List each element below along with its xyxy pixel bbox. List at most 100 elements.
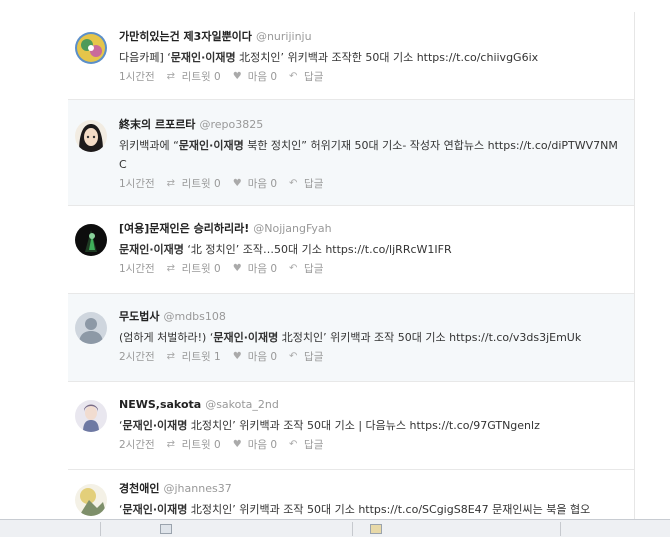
tweet-text: 문재인·이재명 ‘北 정치인’ 조작…50대 기소 https://t.co/l… (119, 240, 624, 259)
timestamp[interactable]: 2시간전 (119, 349, 155, 364)
tweet-item[interactable]: [여용]문재인은 승리하리라! @NojjangFyah 문재인·이재명 ‘北 정… (68, 206, 634, 294)
reply-icon: ↶ (289, 262, 298, 274)
like-label: 마음 (247, 263, 268, 275)
author-handle[interactable]: @mdbs108 (163, 310, 225, 323)
tweet-text-highlight: 문재인·이재명 (122, 503, 188, 516)
taskbar-divider (100, 522, 101, 536)
reply-icon: ↶ (289, 70, 298, 82)
retweet-label: 리트윗 (181, 439, 211, 451)
taskbar-divider (352, 522, 353, 536)
author-handle[interactable]: @repo3825 (199, 118, 263, 131)
tweet-text-post: 北정치인’ 위키백과 조작 50대 기소 https://t.co/v3ds3j… (278, 331, 582, 344)
reply-label: 답글 (304, 263, 324, 275)
tweet-text-post: 北정치인’ 위키백과 조작 50대 기소 | 다음뉴스 https://t.co… (187, 419, 540, 432)
author-name[interactable]: [여용]문재인은 승리하리라! (119, 222, 249, 235)
reply-button[interactable]: ↶ 답글 (289, 437, 323, 452)
tweet-text: 다음카페] ‘문재인·이재명 北정치인’ 위키백과 조작한 50대 기소 htt… (119, 48, 624, 67)
tweet-text-highlight: 문재인·이재명 (213, 331, 279, 344)
author-handle[interactable]: @jhannes37 (163, 482, 231, 495)
reply-icon: ↶ (289, 350, 298, 362)
tweet-item[interactable]: 가만히있는건 제3자일뿐이다 @nurijinju 다음카페] ‘문재인·이재명 … (68, 12, 634, 100)
tweet-text: 위키백과에 “문재인·이재명 북한 정치인” 허위기재 50대 기소- 작성자 … (119, 136, 624, 174)
reply-button[interactable]: ↶ 답글 (289, 349, 323, 364)
author-name[interactable]: 終末의 르포르타 (119, 118, 195, 131)
like-label: 마음 (247, 439, 268, 451)
timestamp[interactable]: 2시간전 (119, 437, 155, 452)
folder-icon[interactable] (370, 524, 382, 534)
avatar[interactable] (75, 120, 107, 152)
tweet-text-highlight: 문재인·이재명 (119, 243, 184, 256)
like-button[interactable]: ♥ 마음 0 (233, 261, 277, 276)
tweet-text-highlight: 문재인·이재명 (122, 419, 188, 432)
author-handle[interactable]: @NojjangFyah (253, 222, 331, 235)
reply-label: 답글 (304, 439, 324, 451)
like-button[interactable]: ♥ 마음 0 (233, 349, 277, 364)
retweet-count: 0 (214, 262, 221, 275)
tweet-item[interactable]: 무도법사 @mdbs108 (엄하게 처벌하라!) ‘문재인·이재명 北정치인’ … (68, 294, 634, 382)
heart-icon: ♥ (232, 70, 242, 82)
tweet-text-post: ‘北 정치인’ 조작…50대 기소 https://t.co/ljRRcW1IF… (183, 243, 452, 256)
tweet-actions: 1시간전 ⇄ 리트윗 0 ♥ 마음 0 ↶ 답글 (119, 176, 624, 191)
retweet-count: 0 (214, 70, 221, 83)
tweet-text-pre: 위키백과에 “ (119, 139, 179, 152)
retweet-button[interactable]: ⇄ 리트윗 0 (167, 176, 221, 191)
retweet-button[interactable]: ⇄ 리트윗 1 (167, 349, 221, 364)
author-name[interactable]: 가만히있는건 제3자일뿐이다 (119, 30, 252, 43)
author-name[interactable]: 경천애인 (119, 482, 159, 495)
author-name[interactable]: NEWS,sakota (119, 398, 201, 411)
reply-label: 답글 (304, 351, 324, 363)
like-button[interactable]: ♥ 마음 0 (233, 437, 277, 452)
reply-button[interactable]: ↶ 답글 (289, 176, 323, 191)
like-count: 0 (270, 177, 278, 190)
like-button[interactable]: ♥ 마음 0 (233, 69, 277, 84)
tweet-actions: 1시간전 ⇄ 리트윗 0 ♥ 마음 0 ↶ 답글 (119, 69, 624, 84)
retweet-button[interactable]: ⇄ 리트윗 0 (167, 261, 221, 276)
author-handle[interactable]: @sakota_2nd (205, 398, 279, 411)
retweet-count: 0 (214, 438, 221, 451)
heart-icon: ♥ (232, 177, 242, 189)
avatar[interactable] (75, 484, 107, 516)
avatar[interactable] (75, 400, 107, 432)
reply-icon: ↶ (289, 177, 298, 189)
avatar[interactable] (75, 312, 107, 344)
page: { "tweets": [ { "name": "가만히있는건 제3자일뿐이다"… (0, 0, 670, 537)
reply-icon: ↶ (289, 438, 298, 450)
tweet-item[interactable]: NEWS,sakota @sakota_2nd ‘문재인·이재명 北정치인’ 위키… (68, 382, 634, 470)
reply-button[interactable]: ↶ 답글 (289, 261, 323, 276)
avatar[interactable] (75, 224, 107, 256)
tweet-text: ‘문재인·이재명 北정치인’ 위키백과 조작 50대 기소 https://t.… (119, 500, 624, 519)
like-button[interactable]: ♥ 마음 0 (233, 176, 277, 191)
like-count: 0 (270, 350, 278, 363)
retweet-icon: ⇄ (166, 70, 176, 82)
tweet-text-pre: (엄하게 처벌하라!) ‘ (119, 331, 214, 344)
retweet-button[interactable]: ⇄ 리트윗 0 (167, 437, 221, 452)
taskbar-divider (560, 522, 561, 536)
reply-button[interactable]: ↶ 답글 (289, 69, 323, 84)
tweet-item[interactable]: 終末의 르포르타 @repo3825 위키백과에 “문재인·이재명 북한 정치인”… (68, 100, 634, 206)
retweet-icon: ⇄ (166, 438, 176, 450)
window-icon[interactable] (160, 524, 172, 534)
tweet-actions: 2시간전 ⇄ 리트윗 0 ♥ 마음 0 ↶ 답글 (119, 437, 624, 452)
timestamp[interactable]: 1시간전 (119, 261, 155, 276)
timestamp[interactable]: 1시간전 (119, 69, 155, 84)
tweet-text-post: 北정치인’ 위키백과 조작 50대 기소 https://t.co/SCgigS… (187, 503, 591, 516)
retweet-label: 리트윗 (181, 71, 211, 83)
like-count: 0 (270, 438, 278, 451)
reply-label: 답글 (304, 178, 324, 190)
avatar[interactable] (75, 32, 107, 64)
tweet-actions: 2시간전 ⇄ 리트윗 1 ♥ 마음 0 ↶ 답글 (119, 349, 624, 364)
heart-icon: ♥ (232, 350, 242, 362)
like-label: 마음 (247, 178, 268, 190)
author-handle[interactable]: @nurijinju (256, 30, 312, 43)
timestamp[interactable]: 1시간전 (119, 176, 155, 191)
heart-icon: ♥ (232, 438, 242, 450)
author-name[interactable]: 무도법사 (119, 310, 159, 323)
tweet-text-pre: 다음카페] ‘ (119, 51, 171, 64)
retweet-icon: ⇄ (166, 177, 176, 189)
retweet-count: 0 (214, 177, 221, 190)
retweet-button[interactable]: ⇄ 리트윗 0 (167, 69, 221, 84)
like-count: 0 (270, 70, 278, 83)
retweet-icon: ⇄ (166, 262, 176, 274)
like-count: 0 (270, 262, 278, 275)
tweet-actions: 1시간전 ⇄ 리트윗 0 ♥ 마음 0 ↶ 답글 (119, 261, 624, 276)
